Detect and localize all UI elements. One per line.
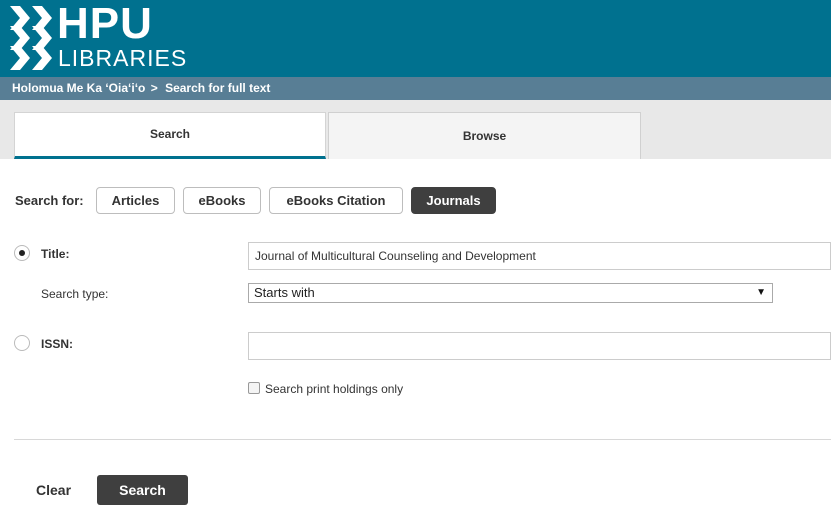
breadcrumb: Holomua Me Ka ‘Oia‘i‘o > Search for full…	[0, 77, 831, 100]
ebooks-citation-button[interactable]: eBooks Citation	[269, 187, 403, 214]
logo-text-hpu: HPU	[57, 0, 153, 48]
issn-input[interactable]	[248, 332, 831, 360]
logo-text-libraries: LIBRARIES	[58, 45, 188, 71]
issn-radio[interactable]	[14, 335, 30, 351]
logo-mark-icon	[10, 6, 52, 70]
site-header: HPU LIBRARIES	[0, 0, 831, 77]
tab-bar: Search Browse	[0, 100, 831, 159]
search-for-label: Search for:	[15, 193, 84, 208]
tab-browse[interactable]: Browse	[328, 112, 641, 159]
form-divider	[14, 439, 831, 440]
title-radio[interactable]	[14, 245, 30, 261]
search-type-select[interactable]: Starts with ▼	[248, 283, 773, 303]
ebooks-button[interactable]: eBooks	[183, 187, 261, 214]
search-type-value: Starts with	[254, 285, 315, 300]
breadcrumb-home-link[interactable]: Holomua Me Ka ‘Oia‘i‘o	[12, 81, 145, 95]
issn-label: ISSN:	[41, 337, 74, 351]
tab-search[interactable]: Search	[14, 112, 326, 159]
breadcrumb-current: Search for full text	[165, 81, 271, 95]
articles-button[interactable]: Articles	[96, 187, 175, 214]
search-type-label: Search type:	[41, 287, 109, 301]
journals-button[interactable]: Journals	[411, 187, 496, 214]
hpu-libraries-logo[interactable]: HPU LIBRARIES	[10, 2, 186, 70]
breadcrumb-separator: >	[150, 81, 158, 95]
title-label: Title:	[41, 247, 70, 261]
print-holdings-checkbox[interactable]	[248, 382, 260, 394]
print-holdings-label[interactable]: Search print holdings only	[265, 382, 403, 396]
dropdown-arrow-icon: ▼	[756, 287, 766, 298]
search-button[interactable]: Search	[97, 475, 188, 505]
title-input[interactable]	[248, 242, 831, 270]
clear-button[interactable]: Clear	[36, 482, 71, 498]
